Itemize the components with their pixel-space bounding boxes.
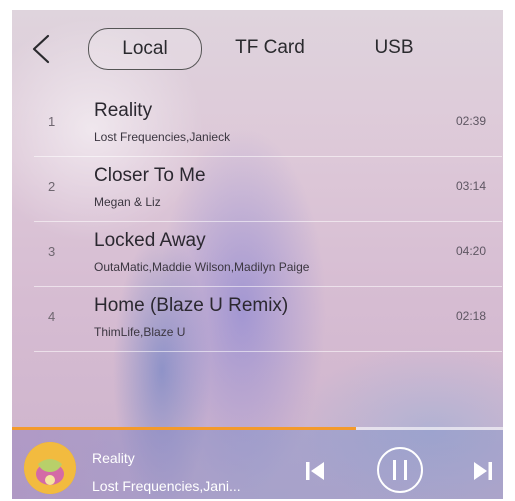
track-row[interactable]: 3 Locked Away OutaMatic,Maddie Wilson,Ma… [34, 222, 502, 287]
album-art[interactable] [24, 442, 76, 494]
track-title: Closer To Me [94, 165, 206, 186]
track-title: Home (Blaze U Remix) [94, 295, 289, 316]
skip-previous-icon [306, 462, 324, 480]
next-track-button[interactable] [470, 458, 496, 484]
track-title: Locked Away [94, 230, 206, 251]
pause-button[interactable] [376, 446, 424, 494]
track-number: 3 [48, 244, 56, 259]
tab-usb[interactable]: USB [356, 28, 432, 68]
track-row[interactable]: 1 Reality Lost Frequencies,Janieck 02:39 [34, 92, 502, 157]
track-list: 1 Reality Lost Frequencies,Janieck 02:39… [34, 92, 502, 352]
music-player-screen: Local TF Card USB 1 Reality Lost Frequen… [12, 10, 503, 499]
back-button[interactable] [26, 32, 56, 66]
now-playing-bar: Reality Lost Frequencies,Jani... [12, 430, 503, 499]
track-number: 2 [48, 179, 56, 194]
now-playing-artist: Lost Frequencies,Jani... [92, 478, 241, 494]
track-artist: ThimLife,Blaze U [94, 325, 186, 339]
header: Local TF Card USB [12, 10, 503, 88]
skip-next-icon [474, 462, 492, 480]
track-row[interactable]: 2 Closer To Me Megan & Liz 03:14 [34, 157, 502, 222]
track-row[interactable]: 4 Home (Blaze U Remix) ThimLife,Blaze U … [34, 287, 502, 352]
chevron-left-icon [32, 34, 50, 64]
track-duration: 03:14 [455, 179, 486, 193]
track-artist: OutaMatic,Maddie Wilson,Madilyn Paige [94, 260, 310, 274]
tab-tf-card[interactable]: TF Card [220, 28, 320, 68]
track-duration: 02:18 [455, 309, 486, 323]
track-number: 4 [48, 309, 56, 324]
now-playing-title: Reality [92, 450, 135, 466]
pause-circle-icon [377, 447, 423, 493]
track-duration: 02:39 [455, 114, 486, 128]
previous-track-button[interactable] [302, 458, 328, 484]
track-title: Reality [94, 100, 153, 121]
album-art-image [24, 442, 76, 494]
track-number: 1 [48, 114, 56, 129]
tab-local[interactable]: Local [88, 28, 202, 70]
track-artist: Lost Frequencies,Janieck [94, 130, 231, 144]
track-artist: Megan & Liz [94, 195, 161, 209]
track-duration: 04:20 [455, 244, 486, 258]
